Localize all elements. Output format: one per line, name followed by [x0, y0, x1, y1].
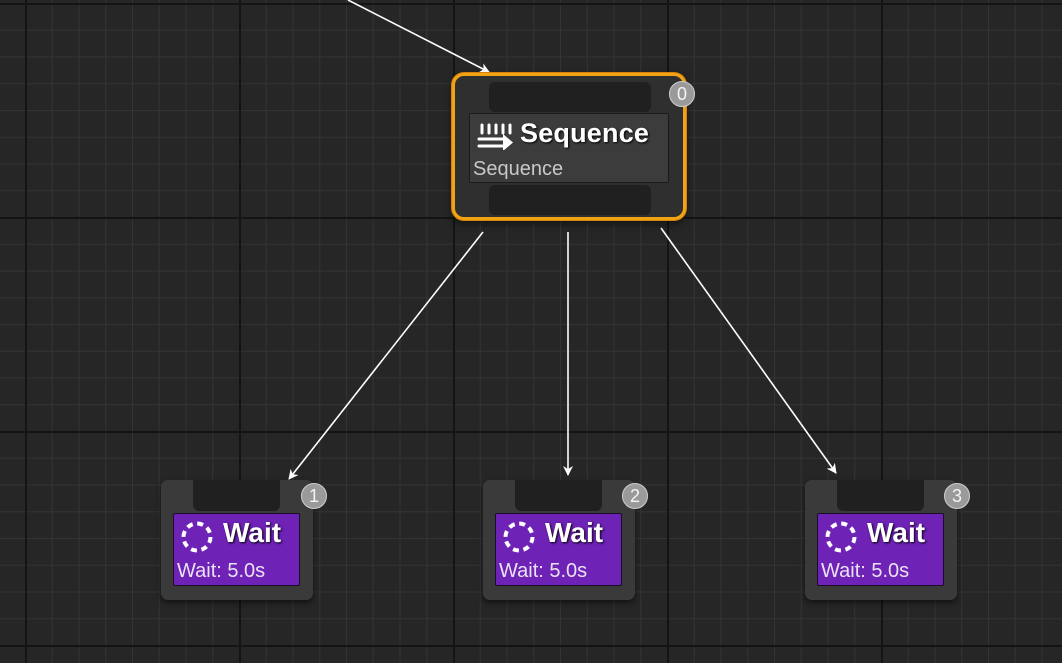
wait-node-3-input-pin[interactable]: [837, 480, 924, 511]
wait-node-1[interactable]: Wait Wait: 5.0s: [161, 480, 313, 600]
wait-node-3-subtitle: Wait: 5.0s: [821, 560, 910, 582]
wait-node-2-body[interactable]: Wait Wait: 5.0s: [495, 513, 622, 586]
wire-to-wait-1[interactable]: [288, 231, 484, 480]
wire-to-wait-3[interactable]: [660, 227, 837, 474]
wait-node-3-title: Wait: [867, 517, 926, 548]
sequence-node-body[interactable]: Sequence Sequence: [469, 113, 669, 183]
wait-node-3-body[interactable]: Wait Wait: 5.0s: [817, 513, 944, 586]
wait-node-1-index-badge: 1: [301, 483, 327, 509]
wait-node-1-body[interactable]: Wait Wait: 5.0s: [173, 513, 300, 586]
wait-node-2[interactable]: Wait Wait: 5.0s: [483, 480, 635, 600]
sequence-input-pin[interactable]: [489, 82, 651, 112]
sequence-node-title: Sequence: [520, 118, 650, 148]
wait-node-2-input-pin[interactable]: [515, 480, 602, 511]
sequence-node-subtitle: Sequence: [473, 158, 564, 180]
wait-node-3-index-badge: 3: [944, 483, 970, 509]
incoming-wire[interactable]: [347, 0, 490, 73]
wait-node-2-subtitle: Wait: 5.0s: [499, 560, 588, 582]
wait-node-2-title: Wait: [545, 517, 604, 548]
sequence-icon: [477, 123, 513, 150]
wait-icon: [503, 521, 535, 553]
wait-node-1-subtitle: Wait: 5.0s: [177, 560, 266, 582]
sequence-node[interactable]: Sequence Sequence: [452, 73, 686, 220]
wait-icon: [825, 521, 857, 553]
wait-node-1-title: Wait: [223, 517, 282, 548]
wait-node-1-input-pin[interactable]: [193, 480, 280, 511]
sequence-output-pin[interactable]: [489, 185, 651, 215]
sequence-index-badge: 0: [669, 81, 695, 107]
wait-icon: [181, 521, 213, 553]
wait-node-3[interactable]: Wait Wait: 5.0s: [805, 480, 957, 600]
wait-node-2-index-badge: 2: [622, 483, 648, 509]
